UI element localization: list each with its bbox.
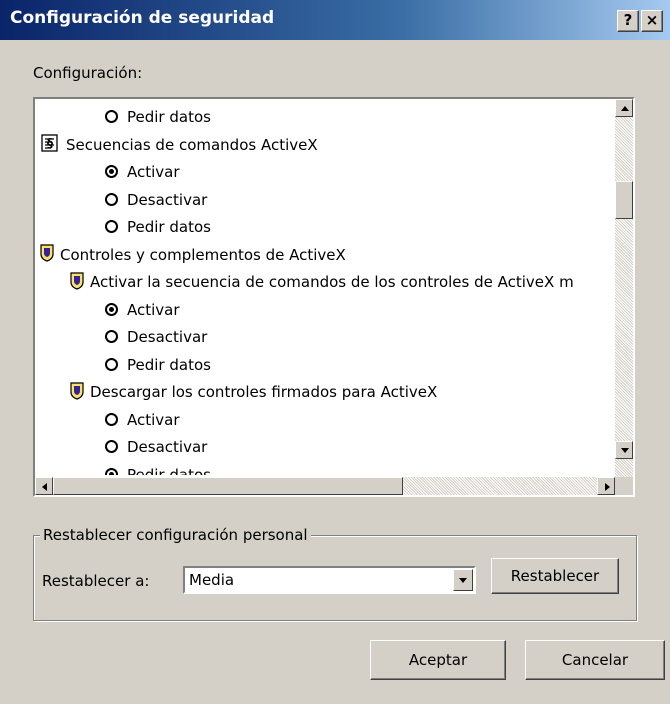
scroll-corner — [615, 477, 633, 495]
scroll-left-button[interactable] — [35, 477, 53, 495]
tree-item-label: Controles y complementos de ActiveX — [60, 245, 346, 264]
radio-icon[interactable] — [105, 165, 118, 178]
radio-option[interactable]: Pedir datos — [105, 351, 211, 379]
window-title: Configuración de seguridad — [10, 8, 275, 28]
reset-group-legend: Restablecer configuración personal — [40, 526, 311, 544]
scroll-right-button[interactable] — [597, 477, 615, 495]
shield-icon — [70, 381, 84, 400]
radio-option[interactable]: Desactivar — [105, 186, 207, 214]
radio-icon[interactable] — [105, 467, 118, 475]
tree-item-label: Pedir datos — [127, 108, 211, 126]
radio-icon[interactable] — [105, 220, 118, 233]
radio-option[interactable]: Activar — [105, 296, 180, 324]
security-level-value: Media — [189, 571, 235, 589]
radio-icon[interactable] — [105, 330, 118, 343]
ok-button[interactable]: Aceptar — [370, 640, 506, 680]
cancel-button[interactable]: Cancelar — [525, 640, 665, 680]
tree-item-label: Descargar los controles firmados para Ac… — [90, 383, 438, 401]
radio-icon[interactable] — [105, 412, 118, 426]
radio-icon[interactable] — [105, 302, 118, 316]
tree-item-label: Activar — [127, 163, 180, 181]
scroll-up-button[interactable] — [615, 99, 633, 117]
tree-item-label: Activar — [127, 300, 180, 319]
settings-label-text: Configuración: — [33, 64, 143, 82]
tree-item-label: Desactivar — [127, 328, 208, 346]
radio-icon[interactable] — [105, 440, 118, 453]
radio-icon[interactable] — [105, 357, 118, 371]
tree-category[interactable]: § Secuencias de comandos ActiveX — [40, 131, 318, 159]
tree-category[interactable]: Activar la secuencia de comandos de los … — [70, 268, 574, 296]
reset-button[interactable]: Restablecer — [491, 558, 619, 594]
tree-item-label: Activar — [127, 410, 180, 429]
shield-icon — [40, 244, 54, 262]
settings-tree: Pedir datos § Secuencias de comandos Activ… — [35, 99, 617, 475]
script-icon: § — [41, 134, 58, 152]
horizontal-scrollbar[interactable] — [35, 477, 615, 495]
close-button[interactable]: × — [641, 10, 663, 32]
radio-icon[interactable] — [105, 192, 118, 206]
settings-label: Configuración: — [33, 64, 142, 82]
title-bar: Configuración de seguridad ? × — [0, 0, 670, 40]
tree-item-label: Pedir datos — [127, 355, 211, 374]
radio-option[interactable]: Activar — [105, 406, 180, 434]
tree-category[interactable]: Controles y complementos de ActiveX — [40, 241, 346, 269]
radio-option[interactable]: Desactivar — [105, 433, 207, 461]
radio-option[interactable]: Activar — [105, 158, 180, 186]
svg-text:§: § — [47, 136, 53, 150]
tree-item-label: Secuencias de comandos ActiveX — [66, 135, 318, 154]
tree-item-label: Desactivar — [127, 438, 208, 456]
reset-to-label: Restablecer a: — [42, 572, 150, 590]
tree-item-label: Pedir datos — [127, 465, 211, 476]
security-level-select[interactable]: Media — [183, 566, 476, 594]
tree-item-label: Pedir datos — [127, 218, 211, 236]
radio-icon[interactable] — [105, 110, 118, 123]
shield-icon — [70, 271, 84, 290]
horizontal-scroll-thumb[interactable] — [53, 477, 403, 495]
help-button[interactable]: ? — [617, 10, 639, 32]
tree-category[interactable]: Descargar los controles firmados para Ac… — [70, 378, 437, 406]
vertical-scroll-thumb[interactable] — [615, 181, 633, 219]
radio-option[interactable]: Pedir datos — [105, 103, 211, 131]
radio-option[interactable]: Pedir datos — [105, 213, 211, 241]
tree-item-label: Activar la secuencia de comandos de los … — [90, 273, 574, 291]
tree-item-label: Desactivar — [127, 190, 208, 209]
vertical-scrollbar[interactable] — [615, 99, 633, 477]
scroll-down-button[interactable] — [615, 441, 633, 459]
radio-option[interactable]: Desactivar — [105, 323, 207, 351]
radio-option[interactable]: Pedir datos — [105, 461, 211, 476]
settings-list[interactable]: Pedir datos § Secuencias de comandos Activ… — [33, 97, 635, 497]
dropdown-button[interactable] — [453, 569, 473, 591]
